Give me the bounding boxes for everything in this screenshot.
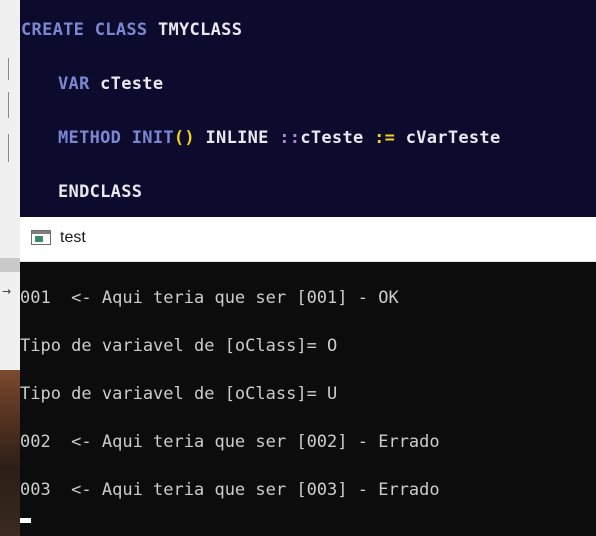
code-token-identifier: ENDCLASS — [58, 182, 143, 202]
console-title: test — [60, 229, 86, 246]
code-line-var: VAR cTeste — [58, 74, 163, 94]
console-cursor — [20, 518, 31, 523]
console-titlebar[interactable]: test — [20, 217, 596, 262]
code-token-scope: :: — [279, 128, 301, 148]
code-token-keyword: CREATE CLASS — [21, 20, 158, 40]
background-window-strip: → — [0, 0, 21, 536]
code-token-identifier: INLINE — [194, 128, 280, 148]
code-editor[interactable]: CREATE CLASS TMYCLASS VAR cTeste METHOD … — [20, 0, 596, 217]
tree-connector-line — [8, 58, 9, 80]
console-output-line: 001 <- Aqui teria que ser [001] - OK — [20, 288, 399, 308]
screenshot-root: → CREATE CLASS TMYCLASS VAR cTeste METHO… — [0, 0, 596, 536]
code-token-paren: () — [173, 128, 195, 148]
code-line-endclass: ENDCLASS — [58, 182, 142, 202]
console-output-line: 003 <- Aqui teria que ser [003] - Errado — [20, 480, 440, 500]
console-output-line: Tipo de variavel de [oClass]= O — [20, 336, 338, 356]
arrow-right-icon: → — [2, 285, 12, 298]
console-output-line: Tipo de variavel de [oClass]= U — [20, 384, 338, 404]
code-token-keyword: VAR — [58, 74, 101, 94]
console-window[interactable]: test 001 <- Aqui teria que ser [001] - O… — [20, 217, 596, 536]
tree-connector-line — [8, 92, 9, 118]
code-line-create-class: CREATE CLASS TMYCLASS — [21, 20, 242, 40]
code-token-identifier: cTeste — [100, 74, 164, 94]
console-output[interactable]: 001 <- Aqui teria que ser [001] - OK Tip… — [20, 261, 596, 536]
console-output-line: 002 <- Aqui teria que ser [002] - Errado — [20, 432, 440, 452]
code-token-identifier: cTeste — [300, 128, 375, 148]
desktop-wallpaper-fragment — [0, 370, 20, 536]
tree-connector-line — [8, 134, 9, 162]
console-window-icon — [31, 230, 51, 245]
code-token-identifier: cVarTeste — [395, 128, 501, 148]
code-token-operator: := — [374, 128, 396, 148]
background-scroll-band — [0, 258, 20, 272]
code-token-identifier: TMYCLASS — [157, 20, 243, 40]
code-token-keyword: METHOD INIT — [58, 128, 174, 148]
code-line-method: METHOD INIT() INLINE ::cTeste := cVarTes… — [58, 128, 501, 148]
